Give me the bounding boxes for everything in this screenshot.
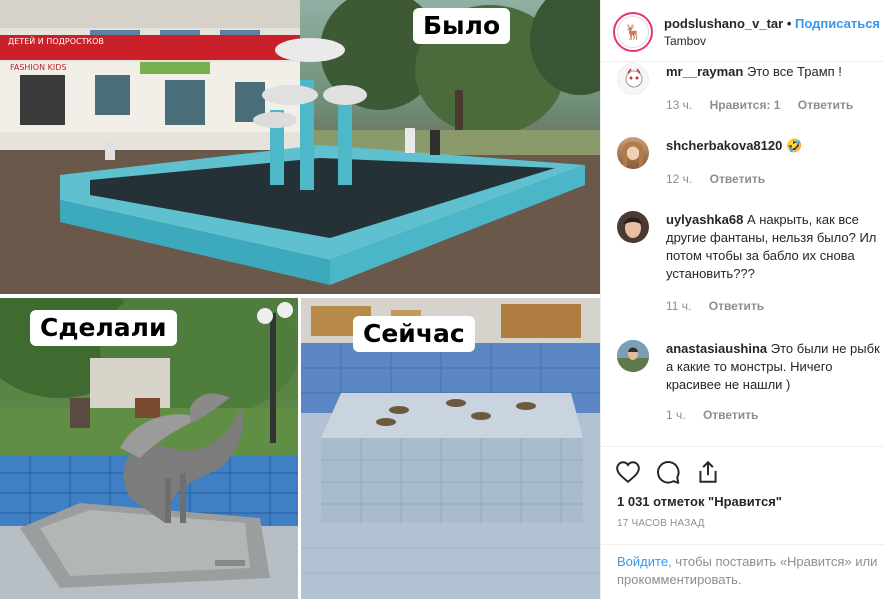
comment-meta: 1 ч. Ответить	[666, 408, 772, 422]
photo-avatar-icon	[617, 340, 649, 372]
comment-body: Это все Трамп !	[746, 64, 842, 79]
action-icons	[615, 459, 721, 485]
heart-icon[interactable]	[615, 459, 641, 485]
post-timestamp[interactable]: 17 ЧАСОВ НАЗАД	[617, 518, 705, 529]
commenter-avatar[interactable]	[617, 137, 649, 169]
photo-made: Сделали	[0, 298, 298, 599]
store-sign: ДЕТЕЙ И ПОДРОСТКОВ	[8, 35, 104, 46]
header-separator: •	[786, 16, 792, 31]
comment-likes[interactable]: Нравится: 1	[710, 98, 781, 112]
share-icon[interactable]	[695, 459, 721, 485]
comment-time[interactable]: 13 ч.	[666, 98, 692, 112]
photo-now: Сейчас	[301, 298, 600, 599]
reply-button[interactable]: Ответить	[709, 299, 764, 313]
commenter-avatar[interactable]	[617, 340, 649, 372]
comments-list: mr__rayman Это все Трамп ! 13 ч. Нравитс…	[601, 63, 884, 446]
likes-count[interactable]: 1 031 отметок "Нравится"	[617, 494, 782, 509]
caption-now: Сейчас	[353, 316, 475, 352]
comment-username[interactable]: mr__rayman	[666, 64, 743, 79]
follow-button[interactable]: Подписаться	[795, 16, 880, 31]
photo-before: ДЕТЕЙ И ПОДРОСТКОВ FASHION KIDS Было	[0, 0, 600, 294]
photo-avatar-icon	[624, 217, 642, 238]
comment-meta: 13 ч. Нравится: 1 Ответить	[666, 98, 867, 112]
comment-text: uylyashka68 А накрыть, как все другие фа…	[666, 211, 884, 283]
login-text: , чтобы поставить «Нравится» или	[668, 554, 878, 569]
header-user-row: podslushano_v_tar • Подписаться	[664, 16, 880, 31]
reply-button[interactable]: Ответить	[710, 172, 765, 186]
comment-text: shcherbakova8120 🤣	[666, 137, 884, 155]
comment-icon[interactable]	[655, 459, 681, 485]
comment-meta: 11 ч. Ответить	[666, 299, 778, 313]
laughing-emoji-icon: 🤣	[785, 138, 803, 153]
reindeer-logo-icon: 🦌	[617, 16, 649, 48]
account-avatar[interactable]: 🦌	[613, 12, 653, 52]
post-location[interactable]: Tambov	[664, 34, 706, 48]
comment-username[interactable]: uylyashka68	[666, 212, 743, 227]
caption-made: Сделали	[30, 310, 177, 346]
comment-time[interactable]: 12 ч.	[666, 172, 692, 186]
fountain-before-image: ДЕТЕЙ И ПОДРОСТКОВ FASHION KIDS	[0, 0, 600, 294]
reply-button[interactable]: Ответить	[703, 408, 758, 422]
login-prompt: Войдите, чтобы поставить «Нравится» или …	[601, 544, 884, 599]
post-actions: 1 031 отметок "Нравится" 17 ЧАСОВ НАЗАД …	[601, 446, 884, 599]
photo-avatar-icon	[623, 141, 643, 169]
login-link[interactable]: Войдите	[617, 554, 668, 569]
commenter-avatar[interactable]	[617, 63, 649, 95]
caption-before: Было	[413, 8, 511, 44]
comment-username[interactable]: shcherbakova8120	[666, 138, 782, 153]
reply-button[interactable]: Ответить	[798, 98, 853, 112]
commenter-avatar[interactable]	[617, 211, 649, 243]
login-text-2: прокомментировать.	[617, 572, 742, 587]
comment-time[interactable]: 11 ч.	[666, 299, 691, 313]
comment-text: anastasiaushina Это были не рыбк а какие…	[666, 340, 884, 394]
comment-text: mr__rayman Это все Трамп !	[666, 63, 884, 81]
account-username[interactable]: podslushano_v_tar	[664, 16, 783, 31]
comment-username[interactable]: anastasiaushina	[666, 341, 767, 356]
comment-meta: 12 ч. Ответить	[666, 172, 779, 186]
cartoon-avatar-icon	[625, 68, 643, 88]
post-sidebar: 🦌 podslushano_v_tar • Подписаться Tambov…	[600, 0, 884, 599]
post-photo: ДЕТЕЙ И ПОДРОСТКОВ FASHION KIDS Было Сде…	[0, 0, 600, 599]
fashion-sign: FASHION KIDS	[10, 63, 66, 72]
post-header: 🦌 podslushano_v_tar • Подписаться Tambov	[601, 0, 884, 62]
comment-time[interactable]: 1 ч.	[666, 408, 686, 422]
